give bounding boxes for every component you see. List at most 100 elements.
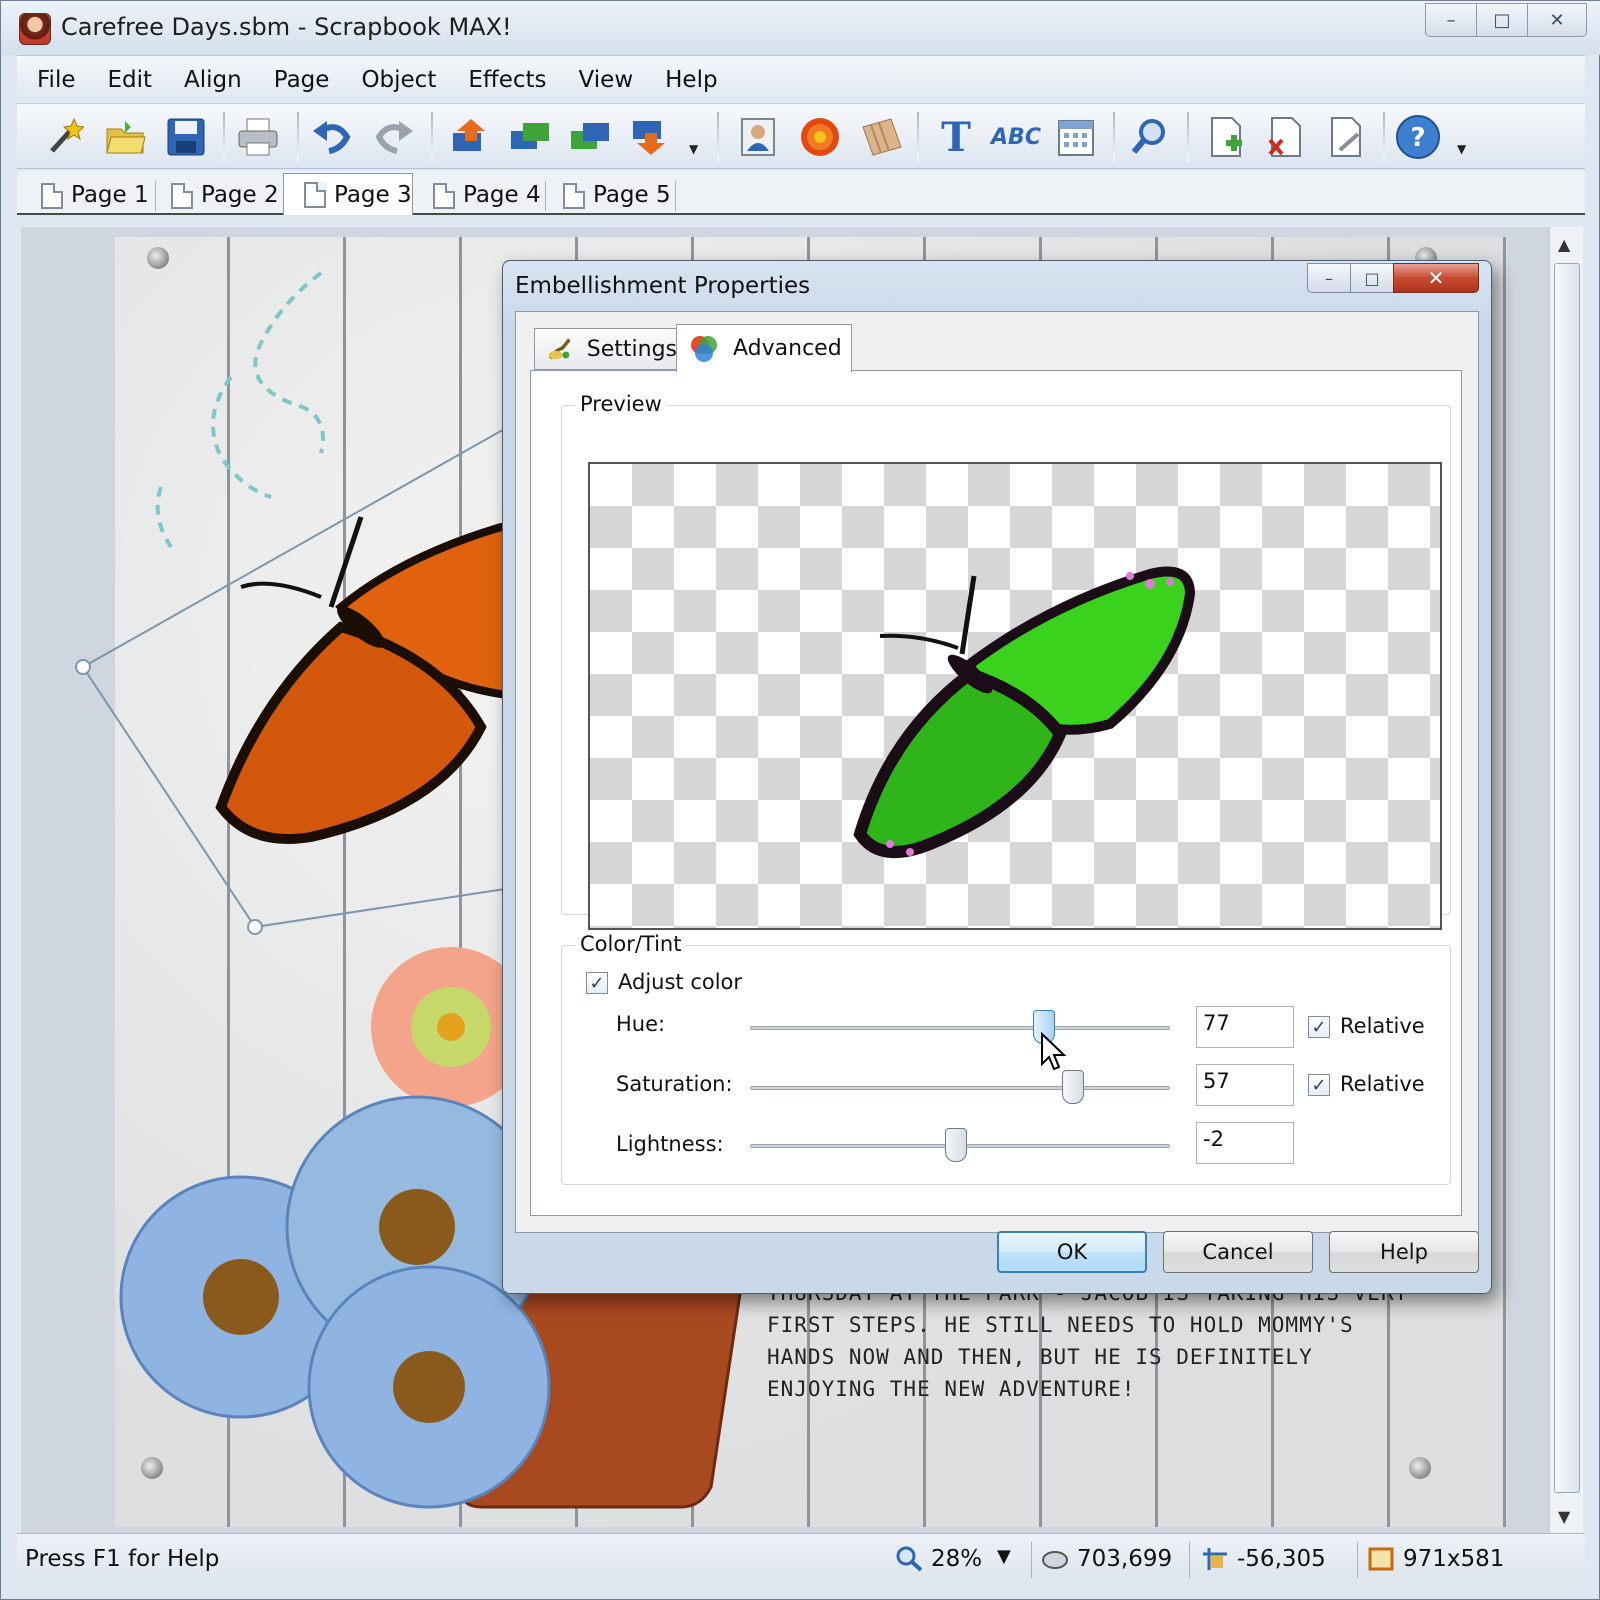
scroll-down-icon[interactable]: ▼ <box>1558 1507 1570 1526</box>
color-tint-label: Color/Tint <box>576 932 686 956</box>
send-back-icon[interactable] <box>627 114 673 160</box>
send-backward-icon[interactable] <box>567 114 613 160</box>
dialog-window-controls: – □ ✕ <box>1307 263 1479 293</box>
saturation-slider-thumb[interactable] <box>1062 1070 1085 1104</box>
close-button[interactable]: ✕ <box>1527 3 1587 37</box>
menu-page[interactable]: Page <box>274 67 330 93</box>
dialog-minimize-button[interactable]: – <box>1307 263 1351 293</box>
blue-daisies[interactable] <box>119 1095 551 1509</box>
tab-page-3[interactable]: Page 3 <box>283 173 413 215</box>
tab-page-5[interactable]: Page 5 <box>543 175 673 215</box>
text-icon[interactable]: T <box>933 114 979 161</box>
open-folder-icon[interactable] <box>103 114 149 160</box>
calendar-icon[interactable] <box>1053 114 1099 160</box>
menu-align[interactable]: Align <box>184 67 242 93</box>
tab-page-2[interactable]: Page 2 <box>151 175 281 215</box>
toolbar-separator <box>917 112 919 162</box>
magic-wand-icon[interactable] <box>41 114 87 160</box>
adjust-color-checkbox[interactable]: ✓ <box>586 972 608 994</box>
journal-line: FIRST STEPS. HE STILL NEEDS TO HOLD MOMM… <box>767 1313 1354 1337</box>
embellishment-properties-dialog: Embellishment Properties – □ ✕ Settings … <box>502 260 1492 1294</box>
page-icon <box>304 182 326 208</box>
zoom-dropdown-icon[interactable]: ▼ <box>997 1546 1011 1567</box>
lightness-label: Lightness: <box>616 1132 724 1156</box>
dialog-title: Embellishment Properties <box>515 273 811 299</box>
tab-settings[interactable]: Settings <box>534 328 678 370</box>
bring-forward-icon[interactable] <box>447 114 493 160</box>
lightness-slider-thumb[interactable] <box>944 1128 967 1162</box>
chevron-down-icon[interactable]: ▼ <box>689 142 701 156</box>
word-art-icon[interactable]: ABC <box>991 114 1041 160</box>
app-logo-icon <box>19 13 51 45</box>
help-icon[interactable]: ? <box>1395 114 1441 160</box>
hue-relative-label: Relative <box>1340 1014 1425 1038</box>
zoom-icon[interactable] <box>1127 114 1173 160</box>
help-button[interactable]: Help <box>1329 1231 1479 1273</box>
ok-button[interactable]: OK <box>997 1231 1147 1273</box>
tab-page-4[interactable]: Page 4 <box>413 175 543 215</box>
redo-icon[interactable] <box>371 114 417 160</box>
tab-advanced[interactable]: Advanced <box>676 324 852 372</box>
maximize-button[interactable]: □ <box>1476 3 1528 37</box>
chevron-down-icon[interactable]: ▼ <box>1457 142 1469 156</box>
paper-icon[interactable] <box>859 114 905 160</box>
status-separator <box>1357 1542 1358 1578</box>
color-tint-group: Color/Tint ✓ Adjust color Hue: 77 ✓ Rela… <box>561 932 1451 1185</box>
menu-effects[interactable]: Effects <box>468 67 546 93</box>
magnifier-icon <box>896 1546 923 1572</box>
save-icon[interactable] <box>163 114 209 160</box>
page-properties-icon[interactable] <box>1323 114 1369 160</box>
minimize-button[interactable]: – <box>1425 3 1477 37</box>
hue-relative-checkbox[interactable]: ✓ <box>1308 1016 1330 1038</box>
add-page-icon[interactable] <box>1203 114 1249 160</box>
menu-file[interactable]: File <box>37 67 76 93</box>
tab-page-1[interactable]: Page 1 <box>21 175 151 215</box>
scroll-up-icon[interactable]: ▲ <box>1558 235 1570 254</box>
orange-butterfly[interactable] <box>215 516 545 844</box>
menu-help[interactable]: Help <box>665 67 717 93</box>
window-controls: – □ ✕ <box>1425 3 1587 37</box>
print-icon[interactable] <box>235 114 281 160</box>
brush-icon <box>548 338 571 360</box>
hue-slider[interactable] <box>750 1026 1170 1030</box>
preview-group: Preview <box>561 392 1451 930</box>
saturation-slider[interactable] <box>750 1086 1170 1090</box>
toolbar: ▼ T ABC ? ▼ <box>17 103 1585 169</box>
toolbar-separator <box>1113 112 1115 162</box>
saturation-value-input[interactable]: 57 <box>1196 1064 1294 1106</box>
color-wheel-icon <box>691 335 717 362</box>
scrollbar-thumb[interactable] <box>1554 263 1580 1493</box>
delete-page-icon[interactable] <box>1263 114 1309 160</box>
vertical-scrollbar[interactable]: ▲ ▼ <box>1549 227 1583 1533</box>
dialog-close-button[interactable]: ✕ <box>1393 263 1479 293</box>
cancel-button[interactable]: Cancel <box>1163 1231 1313 1273</box>
svg-text:?: ? <box>1410 123 1425 153</box>
hue-value-input[interactable]: 77 <box>1196 1006 1294 1048</box>
size-icon <box>1368 1547 1394 1571</box>
menu-edit[interactable]: Edit <box>108 67 153 93</box>
dialog-maximize-button[interactable]: □ <box>1350 263 1394 293</box>
page-tabs: Page 1 Page 2 Page 3 Page 4 Page 5 <box>17 171 1585 215</box>
position-icon <box>1203 1548 1227 1570</box>
undo-icon[interactable] <box>309 114 355 160</box>
journal-text[interactable]: THURSDAY AT THE PARK - JACOB IS TAKING H… <box>767 1277 1408 1405</box>
lightness-value-input[interactable]: -2 <box>1196 1122 1294 1164</box>
status-help-text: Press F1 for Help <box>25 1546 220 1572</box>
journal-line: HANDS NOW AND THEN, BUT HE IS DEFINITELY <box>767 1345 1313 1369</box>
page-icon <box>433 183 455 209</box>
menu-object[interactable]: Object <box>361 67 436 93</box>
status-separator <box>1189 1542 1190 1578</box>
mouse-icon <box>1042 1551 1068 1569</box>
photo-icon[interactable] <box>735 114 781 160</box>
object-size: 971x581 <box>1367 1546 1504 1572</box>
menu-view[interactable]: View <box>579 67 634 93</box>
advanced-tab-panel: Preview Color/Tint ✓ Adjust color Hue: 7… <box>530 370 1462 1216</box>
zoom-level[interactable]: 28% <box>895 1546 982 1572</box>
toolbar-separator <box>1383 112 1385 162</box>
object-position: -56,305 <box>1201 1546 1326 1572</box>
tab-separator <box>675 181 676 211</box>
flower-embellishment-icon[interactable] <box>797 114 843 160</box>
toolbar-separator <box>223 112 225 162</box>
send-forward-icon[interactable] <box>507 114 553 160</box>
saturation-relative-checkbox[interactable]: ✓ <box>1308 1074 1330 1096</box>
